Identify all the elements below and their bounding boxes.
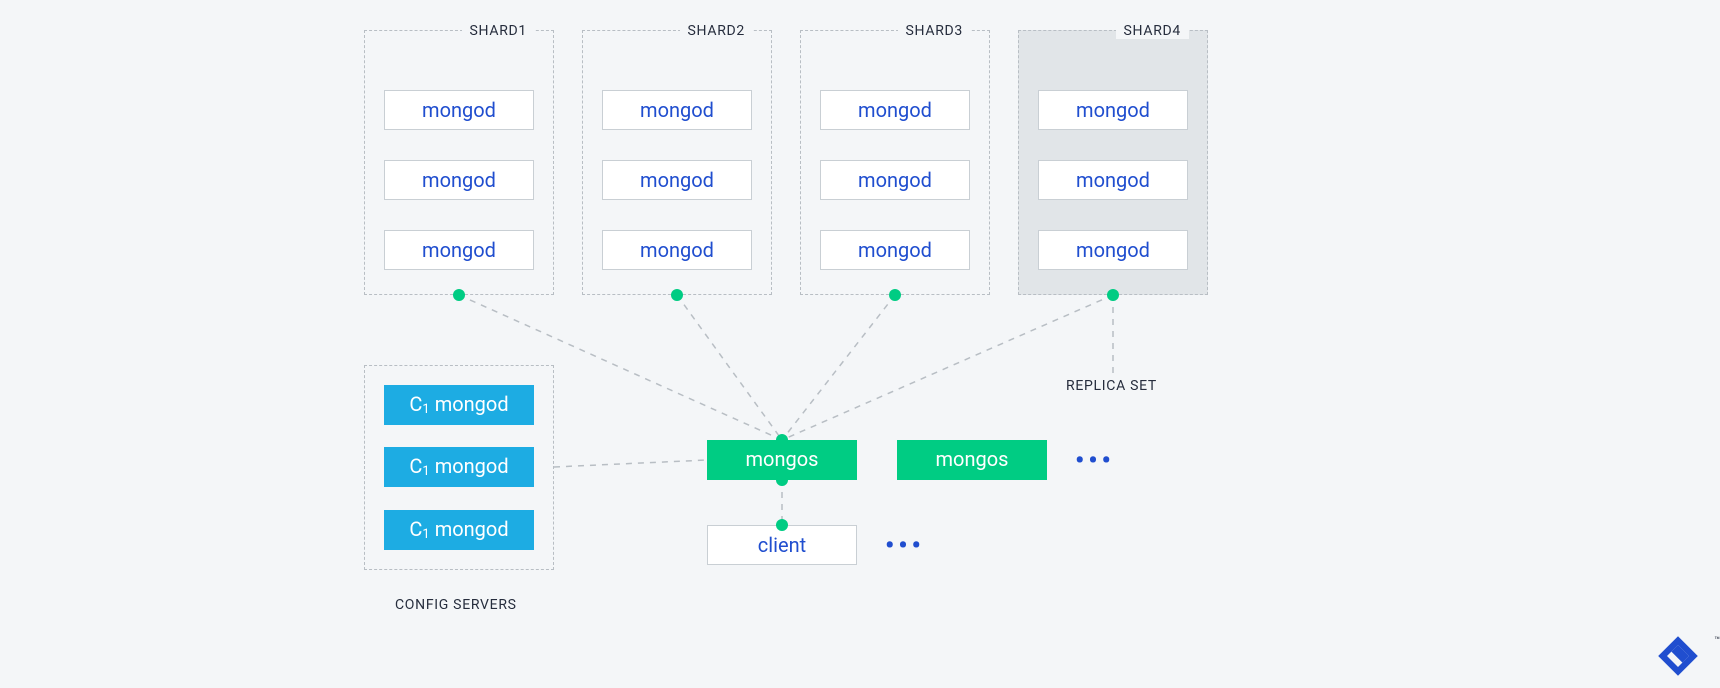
shard-title: SHARD1 xyxy=(462,23,535,39)
shard-title: SHARD4 xyxy=(1116,23,1189,39)
mongos1-top-dot xyxy=(776,434,788,446)
mongod-node: mongod xyxy=(384,230,534,270)
mongos-ellipsis: ••• xyxy=(1075,446,1115,476)
mongod-node: mongod xyxy=(820,160,970,200)
mongod-node: mongod xyxy=(384,160,534,200)
mongod-node: mongod xyxy=(384,90,534,130)
mongod-node: mongod xyxy=(820,230,970,270)
shard-title: SHARD3 xyxy=(898,23,971,39)
mongod-node: mongod xyxy=(1038,90,1188,130)
client-ellipsis: ••• xyxy=(885,531,925,561)
config-servers-caption: CONFIG SERVERS xyxy=(395,597,517,613)
replica-set-label: REPLICA SET xyxy=(1066,378,1157,394)
mongod-node: mongod xyxy=(602,160,752,200)
trademark-symbol: ™ xyxy=(1714,636,1720,646)
shard4-connector-dot xyxy=(1107,289,1119,301)
mongod-node: mongod xyxy=(820,90,970,130)
client-top-dot xyxy=(776,519,788,531)
config-mongod-node: C1 mongod xyxy=(384,447,534,487)
mongod-node: mongod xyxy=(602,90,752,130)
config-mongod-node: C1 mongod xyxy=(384,385,534,425)
mongod-node: mongod xyxy=(1038,160,1188,200)
shard-title: SHARD2 xyxy=(680,23,753,39)
shard2-connector-dot xyxy=(671,289,683,301)
mongod-node: mongod xyxy=(602,230,752,270)
toptal-logo-icon xyxy=(1656,634,1700,678)
mongod-node: mongod xyxy=(1038,230,1188,270)
config-mongod-node: C1 mongod xyxy=(384,510,534,550)
shard1-connector-dot xyxy=(453,289,465,301)
mongos-router-2: mongos xyxy=(897,440,1047,480)
shard3-connector-dot xyxy=(889,289,901,301)
mongos1-bottom-dot xyxy=(776,474,788,486)
client-node: client xyxy=(707,525,857,565)
